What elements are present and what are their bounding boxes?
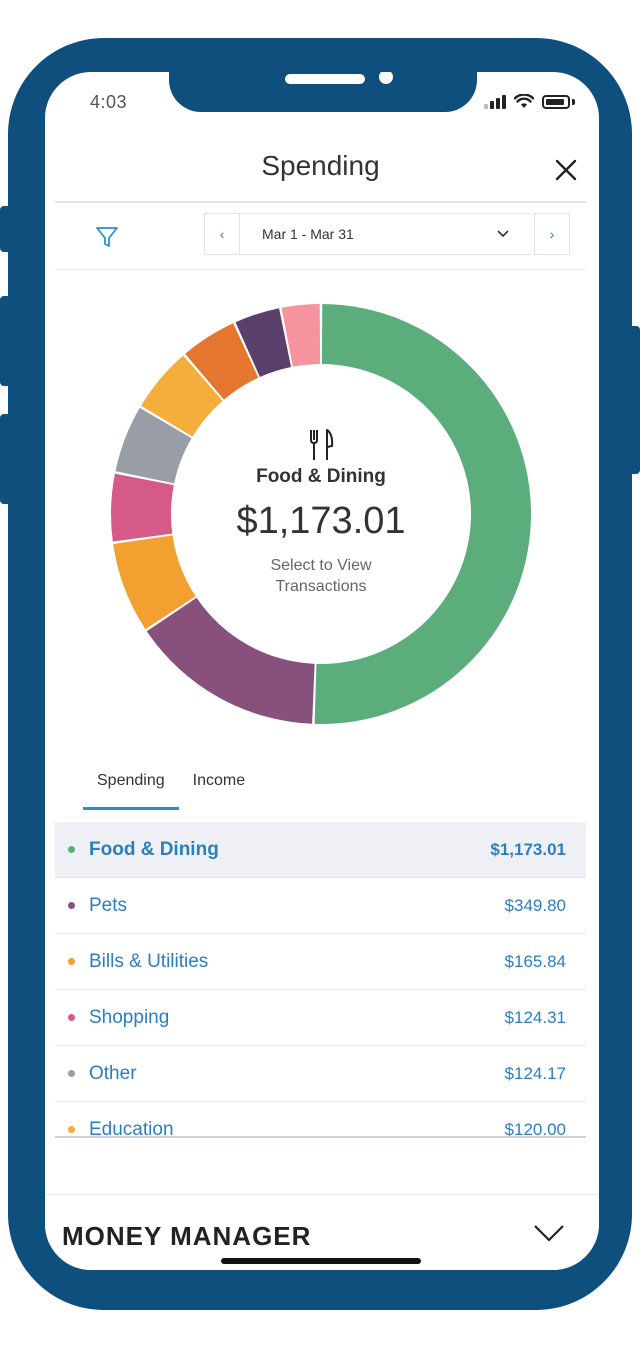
speaker — [285, 74, 365, 84]
category-amount: $165.84 — [504, 951, 566, 971]
side-button-left-1 — [0, 206, 12, 252]
side-button-right — [628, 326, 640, 474]
hint-line-1: Select to View — [270, 557, 372, 574]
side-button-left-2 — [0, 296, 12, 386]
date-range-select[interactable]: Mar 1 - Mar 31 — [240, 213, 531, 255]
category-name: Shopping — [89, 1006, 170, 1028]
home-indicator — [221, 1258, 421, 1264]
category-color-dot — [68, 1126, 75, 1133]
chevron-down-icon[interactable] — [533, 1223, 565, 1243]
category-name: Pets — [89, 894, 128, 916]
status-icons — [484, 94, 575, 109]
category-amount: $1,173.01 — [490, 839, 566, 859]
header: Spending — [55, 136, 586, 203]
select-hint: Select to View Transactions — [105, 555, 537, 597]
tab-bar: Spending Income — [83, 760, 259, 810]
category-name: Bills & Utilities — [89, 950, 209, 972]
category-amount: $124.31 — [504, 1007, 566, 1027]
category-row[interactable]: Bills & Utilities $165.84 — [55, 934, 586, 990]
close-icon[interactable] — [552, 156, 580, 184]
category-name: Education — [89, 1118, 174, 1138]
next-period-button[interactable]: › — [534, 213, 570, 255]
app-screen: 4:03 Spending ‹ Mar 1 - Mar 31 › Food & … — [45, 72, 599, 1270]
notch — [169, 72, 477, 112]
category-color-dot — [68, 902, 75, 909]
fork-knife-icon — [310, 429, 334, 460]
category-name: Food & Dining — [89, 838, 219, 860]
tab-income[interactable]: Income — [179, 760, 259, 810]
status-time: 4:03 — [90, 92, 128, 112]
category-color-dot — [68, 1014, 75, 1021]
category-color-dot — [68, 958, 75, 965]
selected-category-name: Food & Dining — [256, 466, 386, 487]
battery-icon — [542, 95, 570, 109]
date-range-label: Mar 1 - Mar 31 — [262, 226, 354, 242]
chevron-down-icon — [497, 230, 509, 238]
side-button-left-3 — [0, 414, 12, 504]
donut-slice[interactable] — [146, 597, 315, 724]
donut-center[interactable]: Food & Dining $1,173.01 Select to View T… — [105, 428, 537, 597]
wifi-icon — [514, 94, 534, 108]
prev-period-button[interactable]: ‹ — [204, 213, 240, 255]
signal-icon — [484, 95, 506, 109]
category-color-dot — [68, 846, 75, 853]
date-navigator: ‹ Mar 1 - Mar 31 › — [204, 213, 570, 257]
tab-spending[interactable]: Spending — [83, 760, 179, 810]
category-row[interactable]: Other $124.17 — [55, 1046, 586, 1102]
category-row[interactable]: Pets $349.80 — [55, 878, 586, 934]
category-amount: $349.80 — [504, 895, 566, 915]
battery-tip — [572, 99, 575, 105]
category-row[interactable]: Education $120.00 — [55, 1102, 586, 1138]
category-list: Food & Dining $1,173.01 Pets $349.80 Bills &… — [55, 822, 586, 1138]
filter-icon[interactable] — [93, 223, 121, 251]
category-name: Other — [89, 1062, 137, 1084]
category-row[interactable]: Food & Dining $1,173.01 — [55, 822, 586, 878]
category-amount: $124.17 — [504, 1063, 566, 1083]
footer-title: MONEY MANAGER — [62, 1221, 312, 1251]
filter-row: ‹ Mar 1 - Mar 31 › — [55, 203, 586, 270]
selected-category-amount: $1,173.01 — [236, 500, 406, 542]
category-amount: $120.00 — [504, 1119, 566, 1138]
camera — [379, 72, 393, 84]
spending-donut-chart[interactable]: Food & Dining $1,173.01 Select to View T… — [105, 298, 537, 730]
page-title: Spending — [261, 150, 380, 181]
category-row[interactable]: Shopping $124.31 — [55, 990, 586, 1046]
hint-line-2: Transactions — [275, 578, 367, 595]
category-color-dot — [68, 1070, 75, 1077]
